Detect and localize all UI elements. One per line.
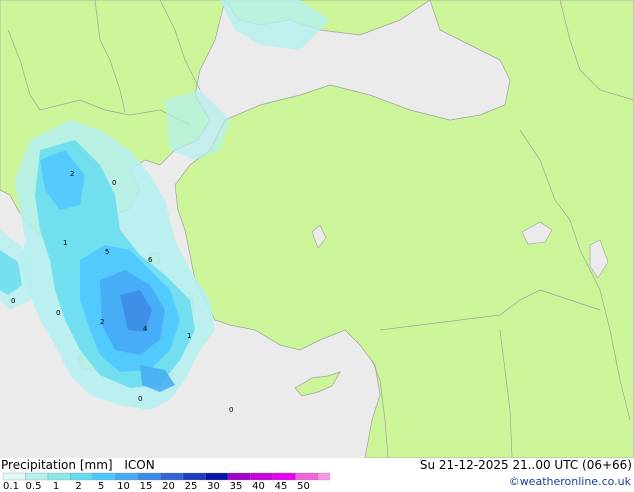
legend-color-swatch bbox=[47, 472, 71, 481]
model-name: ICON bbox=[124, 458, 155, 472]
map-value-label: 6 bbox=[148, 256, 153, 264]
legend-tick-label: 35 bbox=[229, 481, 243, 492]
legend-color-swatch bbox=[2, 472, 26, 481]
valid-time: Su 21-12-2025 21..00 UTC (06+66) bbox=[419, 458, 632, 472]
legend-color-swatch bbox=[182, 472, 206, 481]
legend-title-text: Precipitation [mm] bbox=[1, 458, 113, 472]
legend-color-swatch bbox=[295, 472, 319, 481]
legend-color-swatch bbox=[317, 472, 330, 481]
legend-color-swatch bbox=[70, 472, 94, 481]
legend-title: Precipitation [mm] ICON bbox=[1, 458, 155, 472]
map-value-label: 0 bbox=[229, 406, 233, 414]
map-value-label: 5 bbox=[105, 248, 109, 256]
map-value-label: 2 bbox=[70, 170, 74, 178]
legend-tick-label: 1 bbox=[52, 481, 60, 492]
legend-color-swatch bbox=[160, 472, 184, 481]
legend-tick-label: 50 bbox=[297, 481, 310, 492]
legend-tick-label: 0.1 bbox=[3, 481, 19, 492]
legend-tick-label: 0.5 bbox=[25, 481, 42, 492]
map-value-label: 2 bbox=[100, 318, 104, 326]
legend-tick-label: 20 bbox=[162, 481, 175, 492]
map-value-label: 1 bbox=[187, 332, 191, 340]
legend-tick-label: 45 bbox=[274, 481, 288, 492]
legend-footer: Precipitation [mm] ICON Su 21-12-2025 21… bbox=[0, 458, 634, 492]
precipitation-map: 2 0 1 5 6 0 2 4 1 0 0 0 bbox=[0, 0, 634, 458]
credit-link[interactable]: ©weatheronline.co.uk bbox=[509, 475, 631, 488]
legend-tick-label: 5 bbox=[97, 481, 105, 492]
legend-tick-label: 10 bbox=[117, 481, 130, 492]
map-value-label: 4 bbox=[143, 325, 148, 333]
legend-color-swatch bbox=[205, 472, 229, 481]
legend-color-swatch bbox=[250, 472, 274, 481]
legend-tick-label: 40 bbox=[252, 481, 265, 492]
map-value-label: 0 bbox=[11, 297, 15, 305]
legend-color-swatch bbox=[92, 472, 116, 481]
legend-tick-label: 30 bbox=[207, 481, 220, 492]
legend-color-swatch bbox=[25, 472, 49, 481]
legend-color-swatch bbox=[227, 472, 251, 481]
legend-color-swatch bbox=[115, 472, 139, 481]
map-value-label: 0 bbox=[138, 395, 142, 403]
legend-tick-label: 2 bbox=[75, 481, 82, 492]
legend-color-swatch bbox=[272, 472, 296, 481]
legend-tick-label: 15 bbox=[139, 481, 153, 492]
legend-color-swatch bbox=[137, 472, 161, 481]
map-value-label: 0 bbox=[56, 309, 60, 317]
map-value-label: 0 bbox=[112, 179, 116, 187]
map-value-label: 1 bbox=[63, 239, 67, 247]
legend-tick-label: 25 bbox=[184, 481, 198, 492]
